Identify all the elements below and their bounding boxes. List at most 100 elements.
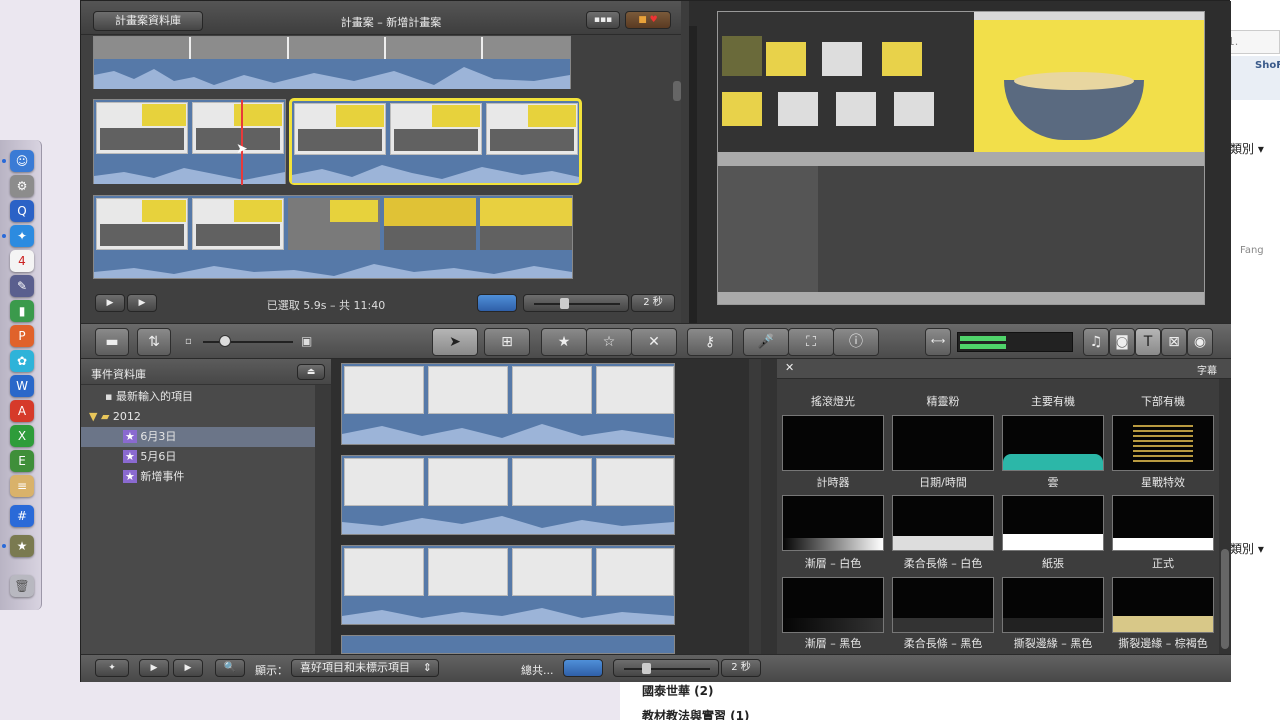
crop-icon[interactable]: ⛶ bbox=[788, 328, 834, 356]
title-thumbnail[interactable] bbox=[1112, 495, 1214, 551]
maps-icon[interactable]: ◉ bbox=[1187, 328, 1213, 356]
favorite-star-icon[interactable]: ★ bbox=[541, 328, 587, 356]
title-style-label[interactable]: 撕裂邊緣 – 棕褐色 bbox=[1111, 635, 1215, 651]
title-style-label[interactable]: 撕裂邊緣 – 黑色 bbox=[1001, 635, 1105, 651]
title-thumbnail[interactable] bbox=[892, 577, 994, 633]
audio-waveform-toggle-icon[interactable] bbox=[477, 294, 517, 312]
search-icon[interactable]: 🔍 bbox=[215, 659, 245, 677]
title-thumbnail[interactable] bbox=[1112, 577, 1214, 633]
new-event-icon[interactable]: ✦ bbox=[95, 659, 129, 677]
hash-app-icon[interactable]: # bbox=[10, 505, 34, 527]
photo-icon[interactable]: ◙ bbox=[1109, 328, 1135, 356]
title-thumbnail[interactable] bbox=[782, 577, 884, 633]
spotlight-icon[interactable]: Q bbox=[10, 200, 34, 222]
title-style-label[interactable]: 搖滾燈光 bbox=[781, 393, 885, 409]
keyword-key-icon[interactable]: ⚷ bbox=[687, 328, 733, 356]
bg-list-item[interactable]: 教材教法與實習 (1) bbox=[642, 707, 750, 720]
title-style-label[interactable]: 柔合長條 – 白色 bbox=[891, 555, 995, 571]
event-item[interactable]: ★ 5月6日 bbox=[81, 447, 315, 467]
event-clip[interactable] bbox=[341, 545, 675, 625]
play-fullscreen-button[interactable]: ▶ bbox=[139, 659, 169, 677]
camera-import-icon[interactable]: ▬ bbox=[95, 328, 129, 356]
calendar-icon[interactable]: 4 bbox=[10, 250, 34, 272]
titles-icon[interactable]: T bbox=[1135, 328, 1161, 356]
trash-icon[interactable]: 🗑 bbox=[10, 575, 34, 597]
system-preferences-icon[interactable]: ⚙ bbox=[10, 175, 34, 197]
acrobat-icon[interactable]: A bbox=[10, 400, 34, 422]
event-clip[interactable] bbox=[341, 455, 675, 535]
pen-icon[interactable]: ✎ bbox=[10, 275, 34, 297]
title-style-label[interactable]: 柔合長條 – 黑色 bbox=[891, 635, 995, 651]
title-style-label[interactable]: 日期/時間 bbox=[891, 474, 995, 490]
project-library-button[interactable]: 計畫案資料庫 bbox=[93, 11, 203, 31]
title-style-label[interactable]: 主要有機 bbox=[1001, 393, 1105, 409]
swap-icon[interactable]: ⇅ bbox=[137, 328, 171, 356]
title-thumbnail[interactable] bbox=[892, 495, 994, 551]
play-fullscreen-button[interactable]: ▶ bbox=[95, 294, 125, 312]
pointer-tool-icon[interactable]: ➤ bbox=[432, 328, 478, 356]
event-item-selected[interactable]: ★ 6月3日 bbox=[81, 427, 315, 447]
clip-filmstrip[interactable] bbox=[93, 99, 286, 185]
title-style-label[interactable]: 漸層 – 黑色 bbox=[781, 635, 885, 651]
slider-knob[interactable] bbox=[219, 335, 231, 347]
title-style-label[interactable]: 正式 bbox=[1111, 555, 1215, 571]
filter-select[interactable]: 喜好項目和未標示項目 ⇕ bbox=[291, 659, 439, 677]
chart-app-icon[interactable]: ▮ bbox=[10, 300, 34, 322]
close-icon[interactable]: ✕ bbox=[785, 361, 794, 374]
project-zoom-slider[interactable] bbox=[523, 294, 629, 312]
comment-marker-icon[interactable]: ■ ♥ bbox=[625, 11, 671, 29]
bg-category-2[interactable]: 類別 ▾ bbox=[1230, 540, 1264, 557]
title-style-label[interactable]: 精靈粉 bbox=[891, 393, 995, 409]
unmark-star-icon[interactable]: ☆ bbox=[586, 328, 632, 356]
event-item[interactable]: ▪ 最新輸入的項目 bbox=[81, 387, 315, 407]
bg-list-item[interactable]: 國泰世華 (2) bbox=[642, 682, 714, 699]
title-style-label[interactable]: 計時器 bbox=[781, 474, 885, 490]
grid-view-icon[interactable]: ▪▪▪ bbox=[586, 11, 620, 29]
clip-filmstrip[interactable] bbox=[93, 36, 571, 89]
titles-scrollbar[interactable] bbox=[1219, 379, 1231, 654]
event-zoom-slider[interactable] bbox=[613, 659, 719, 677]
info-icon[interactable]: ⓘ bbox=[833, 328, 879, 356]
title-style-label[interactable]: 雲 bbox=[1001, 474, 1105, 490]
title-thumbnail[interactable] bbox=[1002, 495, 1104, 551]
title-thumbnail[interactable] bbox=[1112, 415, 1214, 471]
play-button[interactable]: ▶ bbox=[127, 294, 157, 312]
event-clip[interactable] bbox=[341, 363, 675, 445]
event-clip[interactable] bbox=[341, 635, 675, 654]
voiceover-mic-icon[interactable]: 🎤 bbox=[743, 328, 789, 356]
event-browser-scrollbar[interactable] bbox=[749, 359, 761, 654]
thumbnail-size-slider[interactable] bbox=[203, 341, 293, 343]
evernote-icon[interactable]: E bbox=[10, 450, 34, 472]
finder-icon[interactable]: ☺ bbox=[10, 150, 34, 172]
title-style-label[interactable]: 下部有機 bbox=[1111, 393, 1215, 409]
bg-category[interactable]: 類別 ▾ bbox=[1230, 140, 1264, 157]
music-icon[interactable]: ♫ bbox=[1083, 328, 1109, 356]
reject-x-icon[interactable]: ✕ bbox=[631, 328, 677, 356]
title-thumbnail[interactable] bbox=[1002, 415, 1104, 471]
title-style-label[interactable]: 星戰特效 bbox=[1111, 474, 1215, 490]
event-item[interactable]: ★ 新增事件 bbox=[81, 467, 315, 487]
audio-adjust-icon[interactable]: ⟷ bbox=[925, 328, 951, 356]
messenger-icon[interactable]: ✿ bbox=[10, 350, 34, 372]
title-style-label[interactable]: 紙張 bbox=[1001, 555, 1105, 571]
title-style-label[interactable]: 漸層 – 白色 bbox=[781, 555, 885, 571]
title-thumbnail[interactable] bbox=[782, 495, 884, 551]
project-scrollbar[interactable] bbox=[673, 81, 681, 101]
add-to-project-icon[interactable]: ⊞ bbox=[484, 328, 530, 356]
transitions-icon[interactable]: ⊠ bbox=[1161, 328, 1187, 356]
title-thumbnail[interactable] bbox=[782, 415, 884, 471]
excel-icon[interactable]: X bbox=[10, 425, 34, 447]
selected-clip[interactable] bbox=[289, 98, 582, 185]
disk-icon[interactable]: ⏏ bbox=[297, 364, 325, 380]
audio-waveform-toggle-icon[interactable] bbox=[563, 659, 603, 677]
play-button[interactable]: ▶ bbox=[173, 659, 203, 677]
event-library-scrollbar[interactable] bbox=[315, 385, 331, 654]
event-year[interactable]: ▼ ▰ 2012 bbox=[81, 407, 315, 427]
safari-icon[interactable]: ✦ bbox=[10, 225, 34, 247]
notes-icon[interactable]: ≡ bbox=[10, 475, 34, 497]
powerpoint-icon[interactable]: P bbox=[10, 325, 34, 347]
title-thumbnail[interactable] bbox=[892, 415, 994, 471]
word-icon[interactable]: W bbox=[10, 375, 34, 397]
clip-filmstrip[interactable] bbox=[93, 195, 573, 279]
title-thumbnail[interactable] bbox=[1002, 577, 1104, 633]
